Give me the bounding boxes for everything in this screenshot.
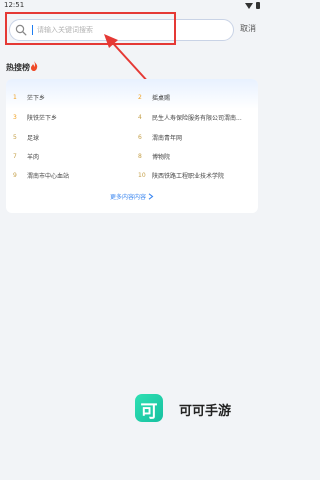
hot-rank: 8	[138, 152, 142, 160]
hot-item[interactable]: 7 羊肉	[13, 150, 39, 162]
watermark-text: 可可手游	[179, 404, 232, 419]
hot-item[interactable]: 6 渭南青年网	[138, 131, 182, 143]
hot-item[interactable]: 5 足球	[13, 131, 39, 143]
hot-label: 茫下乡	[27, 94, 46, 102]
hot-item[interactable]: 3 陕铁茫下乡	[13, 111, 57, 123]
hot-label: 陕西铁路工程职业技术学院	[152, 172, 225, 180]
hot-rank: 5	[13, 133, 17, 141]
hot-rank: 6	[138, 133, 142, 141]
search-page: 12:51 取消 热搜榜 1 茫下乡 2 摇桌赐 3	[0, 0, 266, 480]
hot-label: 足球	[27, 134, 40, 142]
hot-label: 摇桌赐	[152, 94, 171, 102]
wifi-icon	[245, 2, 253, 9]
hot-label: 民生人寿保险服务有限公司渭南...	[152, 114, 242, 122]
battery-icon	[256, 2, 260, 9]
fire-icon	[31, 61, 38, 71]
hot-item[interactable]: 8 博物院	[138, 150, 170, 162]
app-logo: 可	[135, 394, 163, 422]
hot-label: 渭南市中心血站	[27, 172, 70, 180]
more-content-label: 更多内容内容	[110, 194, 147, 201]
cancel-button[interactable]: 取消	[240, 23, 256, 34]
hot-label: 渭南青年网	[152, 134, 183, 142]
hot-rank: 4	[138, 113, 142, 121]
hot-label: 博物院	[152, 153, 171, 161]
hot-list-card: 1 茫下乡 2 摇桌赐 3 陕铁茫下乡 4 民生人寿保险服务有限公司渭南... …	[6, 79, 258, 213]
hot-item[interactable]: 10 陕西铁路工程职业技术学院	[138, 169, 224, 181]
hot-label: 羊肉	[27, 153, 40, 161]
hot-item[interactable]: 9 渭南市中心血站	[13, 169, 69, 181]
status-bar: 12:51	[0, 0, 266, 12]
search-highlight-box	[5, 12, 176, 45]
hot-rank: 10	[138, 171, 146, 179]
hot-rank: 2	[138, 93, 142, 101]
more-content-link[interactable]: 更多内容内容	[6, 192, 258, 201]
hot-item[interactable]: 2 摇桌赐	[138, 91, 170, 103]
hot-rank: 3	[13, 113, 17, 121]
hot-rank: 1	[13, 93, 17, 101]
logo-char: 可	[140, 402, 158, 422]
status-icons	[245, 2, 260, 9]
chevron-right-icon	[148, 193, 154, 200]
hot-list-title: 热搜榜	[6, 63, 30, 72]
hot-rank: 7	[13, 152, 17, 160]
status-time: 12:51	[4, 1, 25, 9]
hot-item[interactable]: 4 民生人寿保险服务有限公司渭南...	[138, 111, 242, 123]
hot-rank: 9	[13, 171, 17, 179]
hot-label: 陕铁茫下乡	[27, 114, 58, 122]
hot-item[interactable]: 1 茫下乡	[13, 91, 45, 103]
